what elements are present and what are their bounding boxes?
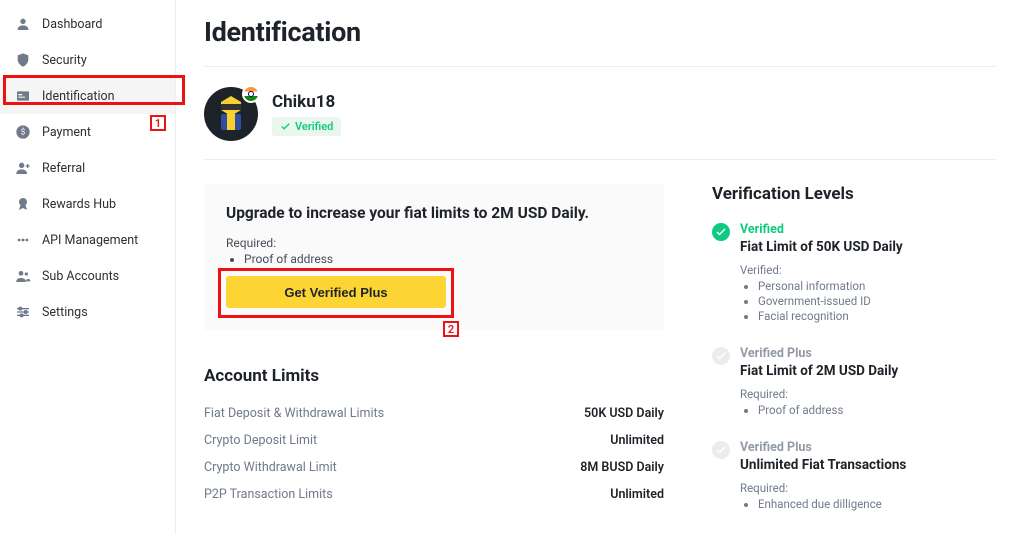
account-limits-heading: Account Limits <box>204 366 664 386</box>
sidebar-item-api[interactable]: API Management <box>0 222 175 258</box>
main-content: Identification Chiku18 Verified Upgrade … <box>175 0 1024 534</box>
annotation-badge-1: 1 <box>150 115 166 131</box>
check-circle-icon <box>712 223 730 241</box>
limits-row: Crypto Withdrawal Limit 8M BUSD Daily <box>204 454 664 481</box>
person-icon <box>14 15 32 33</box>
limits-value: 8M BUSD Daily <box>580 460 664 475</box>
level-sub-label: Verified: <box>740 263 903 277</box>
sidebar-item-settings[interactable]: Settings <box>0 294 175 330</box>
sidebar-item-label: Security <box>42 53 87 68</box>
limits-row: Fiat Deposit & Withdrawal Limits 50K USD … <box>204 400 664 427</box>
profile-header: Chiku18 Verified <box>204 81 996 160</box>
sidebar-item-payment[interactable]: $ Payment <box>0 114 175 150</box>
level-item-list: Enhanced due dilligence <box>740 497 906 511</box>
annotation-badge-2: 2 <box>443 321 459 337</box>
check-icon <box>280 121 291 132</box>
level-item: Proof of address <box>758 403 898 417</box>
verification-level: Verified Fiat Limit of 50K USD Daily Ver… <box>712 222 996 324</box>
sidebar-item-label: Settings <box>42 305 88 320</box>
medal-icon <box>14 195 32 213</box>
sidebar-item-label: Rewards Hub <box>42 197 116 212</box>
level-item-list: Proof of address <box>740 403 898 417</box>
id-card-icon <box>14 87 32 105</box>
profile-username: Chiku18 <box>272 92 341 112</box>
shield-icon <box>14 51 32 69</box>
level-item: Facial recognition <box>758 309 903 323</box>
level-item: Personal information <box>758 279 903 293</box>
level-name: Verified Plus <box>740 346 898 361</box>
dollar-icon: $ <box>14 123 32 141</box>
level-limit: Unlimited Fiat Transactions <box>740 457 906 473</box>
page-title: Identification <box>204 16 996 48</box>
limits-value: Unlimited <box>610 487 664 502</box>
sidebar-item-label: Referral <box>42 161 85 176</box>
level-item-list: Personal information Government-issued I… <box>740 279 903 323</box>
annotation-box-2: 2 <box>218 268 454 318</box>
users-icon <box>14 267 32 285</box>
limits-value: Unlimited <box>610 433 664 448</box>
limits-label: Fiat Deposit & Withdrawal Limits <box>204 406 384 421</box>
verification-level: Verified Plus Unlimited Fiat Transaction… <box>712 440 996 512</box>
upgrade-card: Upgrade to increase your fiat limits to … <box>204 184 664 330</box>
sliders-icon <box>14 303 32 321</box>
verification-levels-heading: Verification Levels <box>712 184 996 204</box>
sidebar-item-identification[interactable]: Identification <box>0 78 175 114</box>
verification-level: Verified Plus Fiat Limit of 2M USD Daily… <box>712 346 996 418</box>
svg-text:$: $ <box>21 128 26 137</box>
level-limit: Fiat Limit of 2M USD Daily <box>740 363 898 379</box>
sidebar-item-label: API Management <box>42 233 138 248</box>
sidebar-item-referral[interactable]: Referral <box>0 150 175 186</box>
sidebar-item-label: Payment <box>42 125 91 140</box>
sidebar-item-security[interactable]: Security <box>0 42 175 78</box>
level-name: Verified <box>740 222 903 237</box>
flag-india-icon <box>242 85 260 103</box>
limits-row: P2P Transaction Limits Unlimited <box>204 481 664 508</box>
sidebar-item-label: Dashboard <box>42 17 102 32</box>
sidebar-item-label: Sub Accounts <box>42 269 119 284</box>
limits-label: Crypto Deposit Limit <box>204 433 317 448</box>
sidebar-item-label: Identification <box>42 89 115 104</box>
upgrade-required-item: Proof of address <box>244 252 642 266</box>
sidebar-item-sub-accounts[interactable]: Sub Accounts <box>0 258 175 294</box>
status-badge-verified: Verified <box>272 117 341 136</box>
check-circle-icon <box>712 347 730 365</box>
status-badge-label: Verified <box>295 120 333 133</box>
limits-label: Crypto Withdrawal Limit <box>204 460 337 475</box>
level-limit: Fiat Limit of 50K USD Daily <box>740 239 903 255</box>
sidebar: Dashboard Security Identification $ Paym… <box>0 0 175 534</box>
limits-row: Crypto Deposit Limit Unlimited <box>204 427 664 454</box>
level-name: Verified Plus <box>740 440 906 455</box>
avatar <box>204 87 258 141</box>
api-icon <box>14 231 32 249</box>
upgrade-required-list: Proof of address <box>226 252 642 266</box>
upgrade-headline: Upgrade to increase your fiat limits to … <box>226 204 642 222</box>
sidebar-item-dashboard[interactable]: Dashboard <box>0 6 175 42</box>
check-circle-icon <box>712 441 730 459</box>
sidebar-item-rewards[interactable]: Rewards Hub <box>0 186 175 222</box>
add-user-icon <box>14 159 32 177</box>
level-sub-label: Required: <box>740 387 898 401</box>
level-item: Government-issued ID <box>758 294 903 308</box>
level-sub-label: Required: <box>740 481 906 495</box>
divider <box>204 66 996 67</box>
upgrade-required-label: Required: <box>226 236 642 250</box>
limits-value: 50K USD Daily <box>584 406 664 421</box>
limits-label: P2P Transaction Limits <box>204 487 333 502</box>
level-item: Enhanced due dilligence <box>758 497 906 511</box>
